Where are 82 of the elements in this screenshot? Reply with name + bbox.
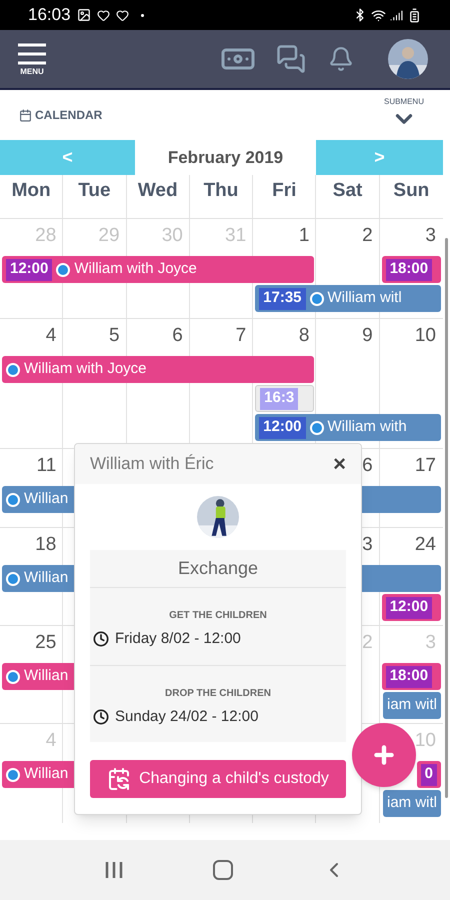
clock-icon xyxy=(93,631,109,648)
clock-icon xyxy=(93,708,109,725)
page-title: CALENDAR xyxy=(35,107,102,124)
event-bar[interactable]: William with Joyce xyxy=(2,356,314,383)
event-title: Willian xyxy=(24,489,68,510)
event-title: iam witl xyxy=(386,695,437,716)
event-time: 16:3 xyxy=(260,388,298,410)
item-heading: GET THE CHILDREN xyxy=(168,609,268,623)
event-title: iam witl xyxy=(386,793,437,814)
clock-time: 16:03 xyxy=(28,4,71,26)
battery-icon xyxy=(407,8,422,22)
submenu-button[interactable]: SUBMENU xyxy=(384,98,424,132)
recent-apps-icon[interactable] xyxy=(104,861,124,879)
menu-icon xyxy=(17,42,47,66)
weekday-header: Thu xyxy=(190,175,254,218)
day-number[interactable]: 7 xyxy=(236,322,246,351)
calendar-swap-icon xyxy=(107,767,132,791)
item-time: Friday 8/02 - 12:00 xyxy=(115,629,241,649)
weekday-header: Tue xyxy=(63,175,127,218)
day-number[interactable]: 9 xyxy=(362,322,373,351)
popup-title: William with Éric xyxy=(90,453,214,476)
weekday-header: Fri xyxy=(253,175,316,218)
day-number[interactable]: 24 xyxy=(414,531,436,560)
event-bar[interactable]: 18:00 xyxy=(382,663,441,690)
event-bar[interactable]: iam witl xyxy=(382,790,441,817)
event-bar[interactable]: 17:35 William witl xyxy=(255,285,441,312)
event-title: William with xyxy=(328,417,407,438)
change-custody-button[interactable]: Changing a child's custody xyxy=(90,760,346,798)
bell-icon[interactable] xyxy=(328,46,354,72)
weekday-header: Sat xyxy=(316,175,380,218)
event-bar[interactable]: 12:00 William with xyxy=(255,414,441,441)
wifi-icon xyxy=(371,8,386,22)
day-number[interactable]: 10 xyxy=(414,322,436,351)
event-title: William with Joyce xyxy=(74,259,197,280)
event-time: 18:00 xyxy=(386,666,432,688)
signal-icon xyxy=(390,8,403,22)
home-icon[interactable] xyxy=(212,860,233,880)
day-number[interactable]: 1 xyxy=(298,222,310,251)
event-time: 18:00 xyxy=(386,258,432,280)
image-icon xyxy=(76,8,91,22)
heart-icon xyxy=(96,8,110,22)
day-number[interactable]: 6 xyxy=(362,452,373,481)
event-title: William witl xyxy=(328,288,402,308)
event-time: 17:35 xyxy=(259,288,306,310)
event-bar[interactable]: 0 xyxy=(416,761,441,788)
month-title: February 2019 xyxy=(166,146,284,169)
add-button[interactable] xyxy=(352,723,416,787)
day-number[interactable]: 3 xyxy=(425,222,436,251)
item-heading: DROP THE CHILDREN xyxy=(164,686,272,700)
section-title: Exchange xyxy=(90,550,346,588)
day-number[interactable]: 2 xyxy=(362,222,373,251)
chat-icon[interactable] xyxy=(276,44,306,74)
item-time: Sunday 24/02 - 12:00 xyxy=(115,706,258,726)
event-time: 0 xyxy=(420,764,437,786)
event-bar[interactable]: iam witl xyxy=(382,692,441,719)
event-title: Willian xyxy=(24,764,68,784)
weekday-header: Sun xyxy=(392,179,430,203)
event-title: Willian xyxy=(24,568,68,588)
menu-button[interactable]: MENU xyxy=(17,42,47,76)
event-title: Willian xyxy=(24,666,68,686)
scrollbar[interactable] xyxy=(445,238,448,798)
event-bar[interactable]: 18:00 xyxy=(382,256,441,283)
day-number[interactable]: 4 xyxy=(46,322,56,351)
weekday-header: Wed xyxy=(126,175,190,218)
day-number[interactable]: 3 xyxy=(362,531,373,560)
weekday-header: Mon xyxy=(0,175,64,218)
day-number[interactable]: 5 xyxy=(108,322,120,351)
day-number[interactable]: 17 xyxy=(414,452,436,481)
calendar-icon xyxy=(19,108,32,122)
event-time: 12:00 xyxy=(6,258,52,280)
close-button[interactable]: × xyxy=(333,453,346,475)
day-number[interactable]: 25 xyxy=(35,629,56,658)
event-bar[interactable]: 12:00 William with Joyce xyxy=(2,256,314,283)
event-time: 12:00 xyxy=(386,596,432,618)
day-number[interactable]: 11 xyxy=(36,452,56,481)
day-number[interactable]: 6 xyxy=(172,322,183,351)
heart-icon xyxy=(116,8,129,22)
event-bar[interactable]: 12:00 xyxy=(382,594,441,621)
day-number[interactable]: 18 xyxy=(35,531,56,560)
event-time: 12:00 xyxy=(259,416,306,438)
event-title: William with Joyce xyxy=(24,359,147,380)
day-number[interactable]: 8 xyxy=(298,322,310,351)
